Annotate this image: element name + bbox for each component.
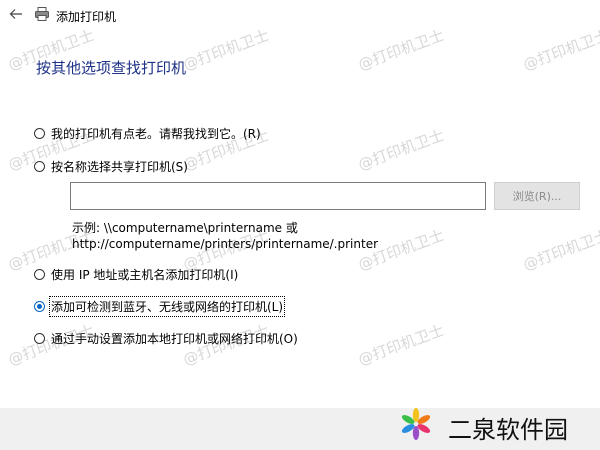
option-bluetooth-wireless-label: 添加可检测到蓝牙、无线或网络的打印机(L) xyxy=(48,296,286,317)
option-old-printer-label: 我的打印机有点老。请帮我找到它。(R) xyxy=(51,127,261,141)
radio-ip-address[interactable] xyxy=(34,269,45,280)
example-line-2: http://computername/printers/printername… xyxy=(72,237,379,251)
printer-icon xyxy=(35,7,49,21)
radio-bluetooth-wireless[interactable] xyxy=(34,301,45,312)
option-shared-printer[interactable]: 按名称选择共享打印机(S) xyxy=(34,158,188,175)
radio-shared-printer[interactable] xyxy=(34,161,45,172)
watermark: @打印机卫士 xyxy=(520,226,600,274)
radio-old-printer[interactable] xyxy=(34,128,45,139)
radio-manual-local[interactable] xyxy=(34,333,45,344)
example-line-1: 示例: \\computername\printername 或 xyxy=(72,221,298,235)
shared-printer-name-input[interactable] xyxy=(70,182,486,210)
pinwheel-logo-icon xyxy=(401,408,431,440)
title-bar: 添加打印机 xyxy=(0,0,600,32)
back-arrow-icon[interactable] xyxy=(8,6,24,22)
example-text: 示例: \\computername\printername 或 http://… xyxy=(72,220,378,252)
option-old-printer[interactable]: 我的打印机有点老。请帮我找到它。(R) xyxy=(34,125,261,142)
browse-button[interactable]: 浏览(R)... xyxy=(494,182,580,210)
option-shared-printer-label: 按名称选择共享打印机(S) xyxy=(51,160,188,174)
watermark: @打印机卫士 xyxy=(355,126,447,174)
option-ip-address-label: 使用 IP 地址或主机名添加打印机(I) xyxy=(51,268,239,282)
page-heading: 按其他选项查找打印机 xyxy=(36,59,187,77)
option-bluetooth-wireless[interactable]: 添加可检测到蓝牙、无线或网络的打印机(L) xyxy=(34,296,286,317)
option-ip-address[interactable]: 使用 IP 地址或主机名添加打印机(I) xyxy=(34,266,238,283)
option-manual-local[interactable]: 通过手动设置添加本地打印机或网络打印机(O) xyxy=(34,330,298,347)
brand-name: 二泉软件园 xyxy=(448,416,568,444)
window-title: 添加打印机 xyxy=(56,10,117,24)
option-manual-local-label: 通过手动设置添加本地打印机或网络打印机(O) xyxy=(51,332,298,346)
watermark: @打印机卫士 xyxy=(355,321,447,369)
